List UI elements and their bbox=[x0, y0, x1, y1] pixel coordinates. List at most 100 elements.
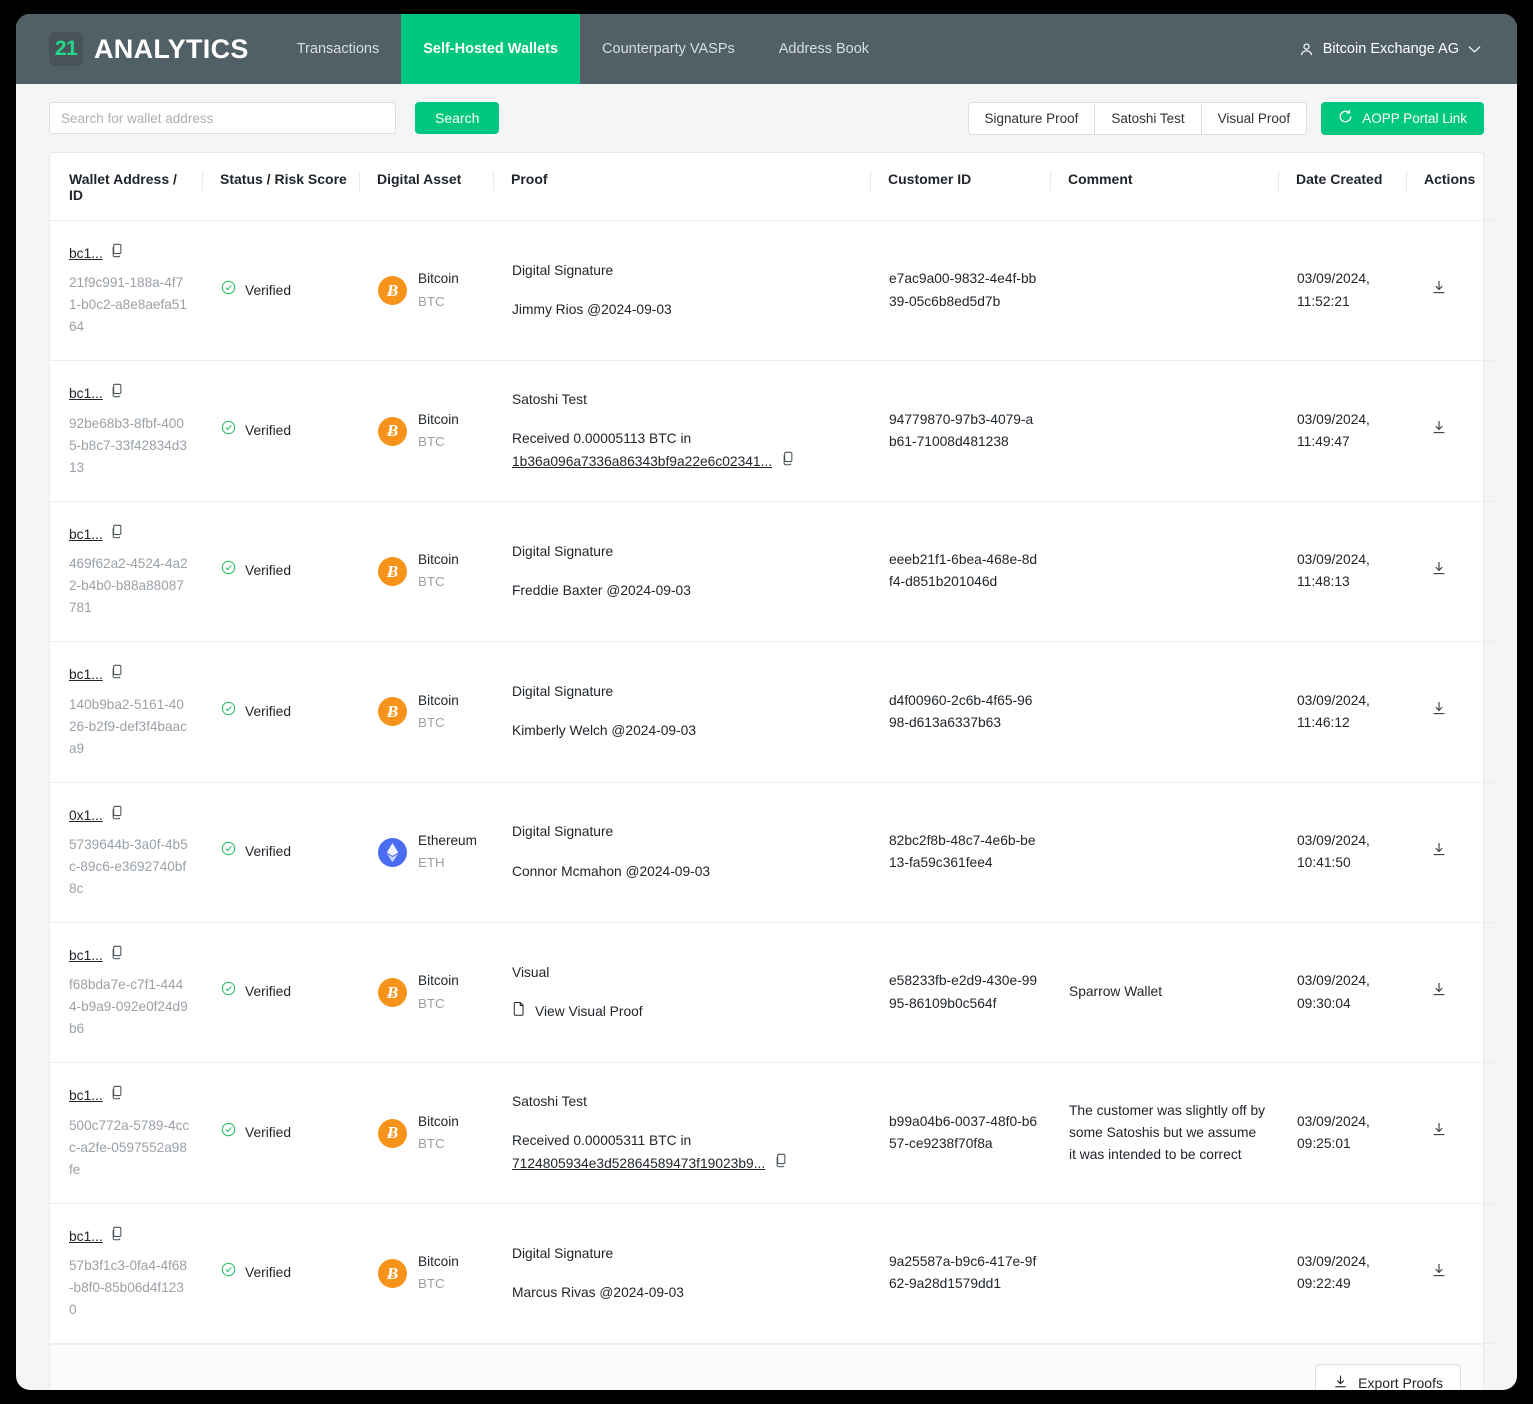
wallet-address-link[interactable]: bc1... bbox=[69, 1085, 103, 1107]
proof-type: Digital Signature bbox=[512, 541, 858, 563]
wallet-address-row: bc1... bbox=[69, 1085, 190, 1107]
wallets-table-card: Wallet Address / ID Status / Risk Score … bbox=[49, 152, 1484, 1390]
search-input[interactable] bbox=[49, 102, 396, 134]
download-proof-button[interactable] bbox=[1431, 841, 1447, 864]
cell-date-created: 03/09/2024, 09:30:04 bbox=[1278, 922, 1406, 1062]
transaction-hash-link[interactable]: 1b36a096a7336a86343bf9a22e6c02341... bbox=[512, 451, 772, 473]
cell-actions bbox=[1406, 642, 1497, 782]
download-proof-button[interactable] bbox=[1431, 560, 1447, 583]
copy-icon[interactable] bbox=[110, 805, 124, 827]
wallet-address-link[interactable]: 0x1... bbox=[69, 805, 103, 827]
table-header: Wallet Address / ID Status / Risk Score … bbox=[50, 153, 1497, 221]
copy-icon[interactable] bbox=[110, 945, 124, 967]
wallet-id: 500c772a-5789-4ccc-a2fe-0597552a98fe bbox=[69, 1115, 190, 1181]
download-proof-button[interactable] bbox=[1431, 419, 1447, 442]
cell-wallet-address: bc1...21f9c991-188a-4f71-b0c2-a8e8aefa51… bbox=[50, 221, 202, 361]
nav-item-transactions[interactable]: Transactions bbox=[275, 14, 401, 84]
column-header-proof: Proof bbox=[493, 153, 870, 221]
copy-icon[interactable] bbox=[110, 243, 124, 265]
download-proof-button[interactable] bbox=[1431, 1121, 1447, 1144]
copy-icon[interactable] bbox=[110, 383, 124, 405]
wallet-address-link[interactable]: bc1... bbox=[69, 664, 103, 686]
copy-icon[interactable] bbox=[110, 1226, 124, 1248]
table-row: bc1... 500c772a-5789-4ccc-a2fe-0597552a98… bbox=[50, 1063, 1497, 1203]
cell-customer-id: 9a25587a-b9c6-417e-9f62-9a28d1579dd1 bbox=[870, 1203, 1050, 1343]
proof-transaction-line: 1b36a096a7336a86343bf9a22e6c02341... bbox=[512, 451, 858, 473]
cell-customer-id: d4f00960-2c6b-4f65-9698-d613a6337b63 bbox=[870, 642, 1050, 782]
filter-signature-proof[interactable]: Signature Proof bbox=[968, 102, 1095, 135]
cell-proof: Digital SignatureKimberly Welch @2024-09… bbox=[493, 642, 870, 782]
wallet-address-link[interactable]: bc1... bbox=[69, 1226, 103, 1248]
table-row: bc1...f68bda7e-c7f1-4444-b9a9-092e0f24d9… bbox=[50, 922, 1497, 1062]
wallet-address-link[interactable]: bc1... bbox=[69, 243, 103, 265]
proof-detail: Jimmy Rios @2024-09-03 bbox=[512, 299, 858, 321]
cell-comment: Sparrow Wallet bbox=[1050, 922, 1278, 1062]
copy-icon[interactable] bbox=[110, 524, 124, 546]
btc-icon: Ƀ bbox=[378, 417, 407, 446]
btc-icon: Ƀ bbox=[378, 1259, 407, 1288]
status-label: Verified bbox=[245, 1262, 291, 1284]
download-proof-button[interactable] bbox=[1431, 981, 1447, 1004]
cell-date-created: 03/09/2024, 11:49:47 bbox=[1278, 361, 1406, 501]
cell-wallet-address: bc1...140b9ba2-5161-4026-b2f9-def3f4baac… bbox=[50, 642, 202, 782]
cell-actions bbox=[1406, 922, 1497, 1062]
search-button[interactable]: Search bbox=[415, 102, 499, 134]
proof-detail: Connor Mcmahon @2024-09-03 bbox=[512, 861, 858, 883]
asset-symbol: BTC bbox=[418, 1136, 445, 1151]
status-label: Verified bbox=[245, 1122, 291, 1144]
filter-satoshi-test[interactable]: Satoshi Test bbox=[1094, 102, 1200, 135]
table-row: 0x1...5739644b-3a0f-4b5c-89c6-e3692740bf… bbox=[50, 782, 1497, 922]
asset-name: Bitcoin bbox=[418, 1114, 459, 1129]
toolbar-right: Signature Proof Satoshi Test Visual Proo… bbox=[968, 102, 1484, 135]
aopp-portal-link-button[interactable]: AOPP Portal Link bbox=[1321, 102, 1484, 135]
cell-actions bbox=[1406, 221, 1497, 361]
wallet-address-link[interactable]: bc1... bbox=[69, 383, 103, 405]
cell-status: Verified bbox=[202, 1203, 359, 1343]
asset-name: Bitcoin bbox=[418, 1254, 459, 1269]
asset-symbol: BTC bbox=[418, 1276, 445, 1291]
copy-icon[interactable] bbox=[774, 1153, 788, 1175]
transaction-hash-link[interactable]: 7124805934e3d52864589473f19023b9... bbox=[512, 1153, 765, 1175]
filter-visual-proof[interactable]: Visual Proof bbox=[1201, 102, 1308, 135]
check-circle-icon bbox=[221, 560, 236, 582]
cell-actions bbox=[1406, 501, 1497, 641]
cell-wallet-address: bc1... 500c772a-5789-4ccc-a2fe-0597552a98… bbox=[50, 1063, 202, 1203]
cell-status: Verified bbox=[202, 361, 359, 501]
download-proof-button[interactable] bbox=[1431, 1262, 1447, 1285]
cell-comment bbox=[1050, 361, 1278, 501]
app-window: 21 ANALYTICS Transactions Self-Hosted Wa… bbox=[16, 14, 1517, 1390]
asset-symbol: ETH bbox=[418, 855, 445, 870]
view-visual-proof-link[interactable]: View Visual Proof bbox=[512, 1001, 858, 1023]
cell-date-created: 03/09/2024, 10:41:50 bbox=[1278, 782, 1406, 922]
column-header-status: Status / Risk Score bbox=[202, 153, 359, 221]
account-menu[interactable]: Bitcoin Exchange AG bbox=[1299, 14, 1517, 84]
btc-icon: Ƀ bbox=[378, 978, 407, 1007]
nav-item-counterparty-vasps[interactable]: Counterparty VASPs bbox=[580, 14, 757, 84]
cell-comment bbox=[1050, 501, 1278, 641]
asset-name: Bitcoin bbox=[418, 412, 459, 427]
asset-name: Bitcoin bbox=[418, 552, 459, 567]
copy-icon[interactable] bbox=[110, 1085, 124, 1107]
cell-customer-id: b99a04b6-0037-48f0-b657-ce9238f70f8a bbox=[870, 1063, 1050, 1203]
table-header-row: Wallet Address / ID Status / Risk Score … bbox=[50, 153, 1497, 221]
cell-wallet-address: 0x1...5739644b-3a0f-4b5c-89c6-e3692740bf… bbox=[50, 782, 202, 922]
copy-icon[interactable] bbox=[110, 664, 124, 686]
wallet-address-link[interactable]: bc1... bbox=[69, 524, 103, 546]
asset-symbol: BTC bbox=[418, 294, 445, 309]
download-proof-button[interactable] bbox=[1431, 279, 1447, 302]
download-proof-button[interactable] bbox=[1431, 700, 1447, 723]
check-circle-icon bbox=[221, 280, 236, 302]
check-circle-icon bbox=[221, 701, 236, 723]
wallet-address-row: bc1... bbox=[69, 945, 190, 967]
wallet-address-link[interactable]: bc1... bbox=[69, 945, 103, 967]
wallet-address-row: 0x1... bbox=[69, 805, 190, 827]
cell-customer-id: 94779870-97b3-4079-ab61-71008d481238 bbox=[870, 361, 1050, 501]
check-circle-icon bbox=[221, 981, 236, 1003]
asset-symbol: BTC bbox=[418, 715, 445, 730]
export-proofs-button[interactable]: Export Proofs bbox=[1315, 1364, 1461, 1390]
cell-status: Verified bbox=[202, 922, 359, 1062]
nav-item-self-hosted-wallets[interactable]: Self-Hosted Wallets bbox=[401, 14, 580, 84]
copy-icon[interactable] bbox=[781, 451, 795, 473]
refresh-icon bbox=[1338, 109, 1353, 127]
nav-item-address-book[interactable]: Address Book bbox=[757, 14, 891, 84]
